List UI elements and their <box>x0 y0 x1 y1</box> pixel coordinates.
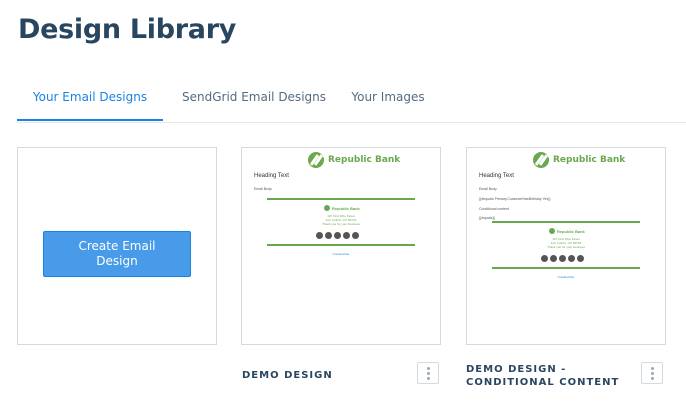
social-icons <box>541 255 584 262</box>
thumb-divider <box>492 221 640 223</box>
design-thumbnail: Republic Bank Heading Text Email Body {{… <box>467 148 665 344</box>
thumb-divider <box>492 267 640 269</box>
page-title: Design Library <box>18 14 237 45</box>
thumb-divider <box>267 244 415 246</box>
tab-bar: Your Email Designs SendGrid Email Design… <box>17 80 686 123</box>
design-options-button[interactable] <box>641 362 663 384</box>
twitter-icon <box>325 232 332 239</box>
kebab-dot-icon <box>651 377 654 380</box>
thumb-line-1: {{#equals Primary.CustomerHasBirthday Ye… <box>479 197 551 201</box>
footer-logo-icon <box>324 205 330 211</box>
kebab-dot-icon <box>427 372 430 375</box>
footer-brand: Republic Bank <box>557 228 585 234</box>
thumb-line-3: {{/equals}} <box>479 216 495 220</box>
thumb-body: Email Body <box>479 187 497 191</box>
kebab-dot-icon <box>427 367 430 370</box>
thumb-unsubscribe: Unsubscribe <box>332 252 350 256</box>
instagram-icon <box>559 255 566 262</box>
pinterest-icon <box>343 232 350 239</box>
footer-logo-icon <box>549 228 555 234</box>
thumb-unsubscribe: Unsubscribe <box>557 275 575 279</box>
social-icons <box>316 232 359 239</box>
brand-logo: Republic Bank <box>308 152 400 168</box>
footer-brand: Republic Bank <box>332 205 360 211</box>
design-options-button[interactable] <box>417 362 439 384</box>
kebab-dot-icon <box>651 372 654 375</box>
design-name: DEMO DESIGN <box>242 370 333 381</box>
kebab-dot-icon <box>651 367 654 370</box>
footer-address-3: Thank you for your business <box>547 245 585 249</box>
create-email-design-button[interactable]: Create Email Design <box>43 231 191 277</box>
pinterest-icon <box>568 255 575 262</box>
brand-logo-icon <box>308 152 324 168</box>
facebook-icon <box>316 232 323 239</box>
create-design-card: Create Email Design <box>17 147 217 345</box>
design-thumbnail: Republic Bank Heading Text Email Body Re… <box>242 148 440 344</box>
footer-address-3: Thank you for your business <box>322 222 360 226</box>
kebab-dot-icon <box>427 377 430 380</box>
brand-name: Republic Bank <box>328 155 401 165</box>
design-card-demo-conditional[interactable]: Republic Bank Heading Text Email Body {{… <box>466 147 666 345</box>
brand-logo: Republic Bank <box>533 152 625 168</box>
thumb-line-2: Conditional content <box>479 207 509 211</box>
linkedin-icon <box>352 232 359 239</box>
thumb-divider <box>267 198 415 200</box>
thumb-body: Email Body <box>254 187 272 191</box>
thumb-heading: Heading Text <box>254 173 289 179</box>
tab-your-email-designs[interactable]: Your Email Designs <box>17 80 163 121</box>
tab-sendgrid-email-designs[interactable]: SendGrid Email Designs <box>171 80 337 121</box>
brand-logo-icon <box>533 152 549 168</box>
design-card-demo[interactable]: Republic Bank Heading Text Email Body Re… <box>241 147 441 345</box>
tab-your-images[interactable]: Your Images <box>343 80 433 121</box>
twitter-icon <box>550 255 557 262</box>
facebook-icon <box>541 255 548 262</box>
thumb-heading: Heading Text <box>479 173 514 179</box>
linkedin-icon <box>577 255 584 262</box>
brand-name: Republic Bank <box>553 155 626 165</box>
instagram-icon <box>334 232 341 239</box>
footer-logo: Republic Bank <box>324 205 360 211</box>
footer-logo: Republic Bank <box>549 228 585 234</box>
design-name: DEMO DESIGN - CONDITIONAL CONTENT <box>466 364 620 388</box>
